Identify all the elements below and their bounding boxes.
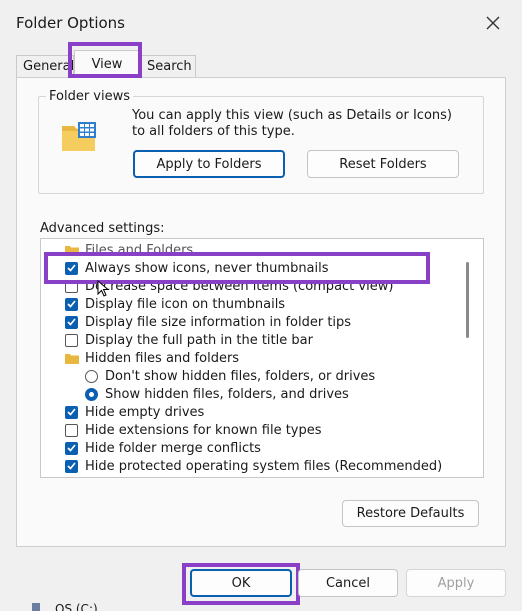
cancel-button[interactable]: Cancel xyxy=(298,569,398,597)
tab-view-highlight xyxy=(68,42,142,78)
checkbox-checked[interactable] xyxy=(65,405,78,419)
background-drive-label: OS (C:) xyxy=(55,603,98,611)
option-display-full-path[interactable]: Display the full path in the title bar xyxy=(65,331,313,349)
ok-highlight xyxy=(182,563,300,605)
tree-folder-hidden-files: Hidden files and folders xyxy=(65,349,239,367)
option-label: Hide protected operating system files (R… xyxy=(85,458,443,474)
option-label: Show hidden files, folders, and drives xyxy=(105,386,349,402)
mouse-cursor-icon xyxy=(97,280,110,297)
option-label: Don't show hidden files, folders, or dri… xyxy=(105,368,376,384)
tree-scrollbar-thumb[interactable] xyxy=(466,262,469,338)
close-button[interactable] xyxy=(483,13,503,33)
option-label: Hide empty drives xyxy=(85,404,205,420)
folder-icon xyxy=(65,353,79,364)
tree-item-label: Hidden files and folders xyxy=(85,350,240,366)
option-hide-merge-conflicts[interactable]: Hide folder merge conflicts xyxy=(65,439,261,457)
radio-selected[interactable] xyxy=(85,387,98,401)
checkbox-checked[interactable] xyxy=(65,297,78,311)
checkbox-checked[interactable] xyxy=(65,459,78,473)
folder-views-legend: Folder views xyxy=(46,89,134,104)
option-show-hidden[interactable]: Show hidden files, folders, and drives xyxy=(85,385,349,403)
checkbox-checked[interactable] xyxy=(65,441,78,455)
tab-general[interactable]: General xyxy=(16,55,74,77)
option-label: Display the full path in the title bar xyxy=(85,332,313,348)
apply-to-folders-button[interactable]: Apply to Folders xyxy=(133,150,285,178)
checkbox-unchecked[interactable] xyxy=(65,333,78,347)
checkbox-checked[interactable] xyxy=(65,315,78,329)
option-hide-empty-drives[interactable]: Hide empty drives xyxy=(65,403,204,421)
restore-defaults-button[interactable]: Restore Defaults xyxy=(342,500,479,527)
option-label: Hide extensions for known file types xyxy=(85,422,322,438)
option-label: Hide folder merge conflicts xyxy=(85,440,261,456)
option-dont-show-hidden[interactable]: Don't show hidden files, folders, or dri… xyxy=(85,367,375,385)
reset-folders-button[interactable]: Reset Folders xyxy=(307,150,459,178)
apply-button[interactable]: Apply xyxy=(406,569,506,597)
option-display-file-size[interactable]: Display file size information in folder … xyxy=(65,313,351,331)
option-label: Display file size information in folder … xyxy=(85,314,352,330)
window-title: Folder Options xyxy=(16,14,125,32)
option-hide-extensions[interactable]: Hide extensions for known file types xyxy=(65,421,322,439)
option-label: Display file icon on thumbnails xyxy=(85,296,286,312)
option-hide-protected-files[interactable]: Hide protected operating system files (R… xyxy=(65,457,442,475)
drive-icon xyxy=(32,603,40,611)
advanced-settings-label: Advanced settings: xyxy=(40,221,165,236)
checkbox-unchecked[interactable] xyxy=(65,423,78,437)
folder-views-description: You can apply this view (such as Details… xyxy=(132,108,452,139)
radio-unselected[interactable] xyxy=(85,369,98,383)
tab-search[interactable]: Search xyxy=(140,55,196,77)
close-icon xyxy=(486,16,500,30)
folder-grid-icon xyxy=(60,120,100,154)
